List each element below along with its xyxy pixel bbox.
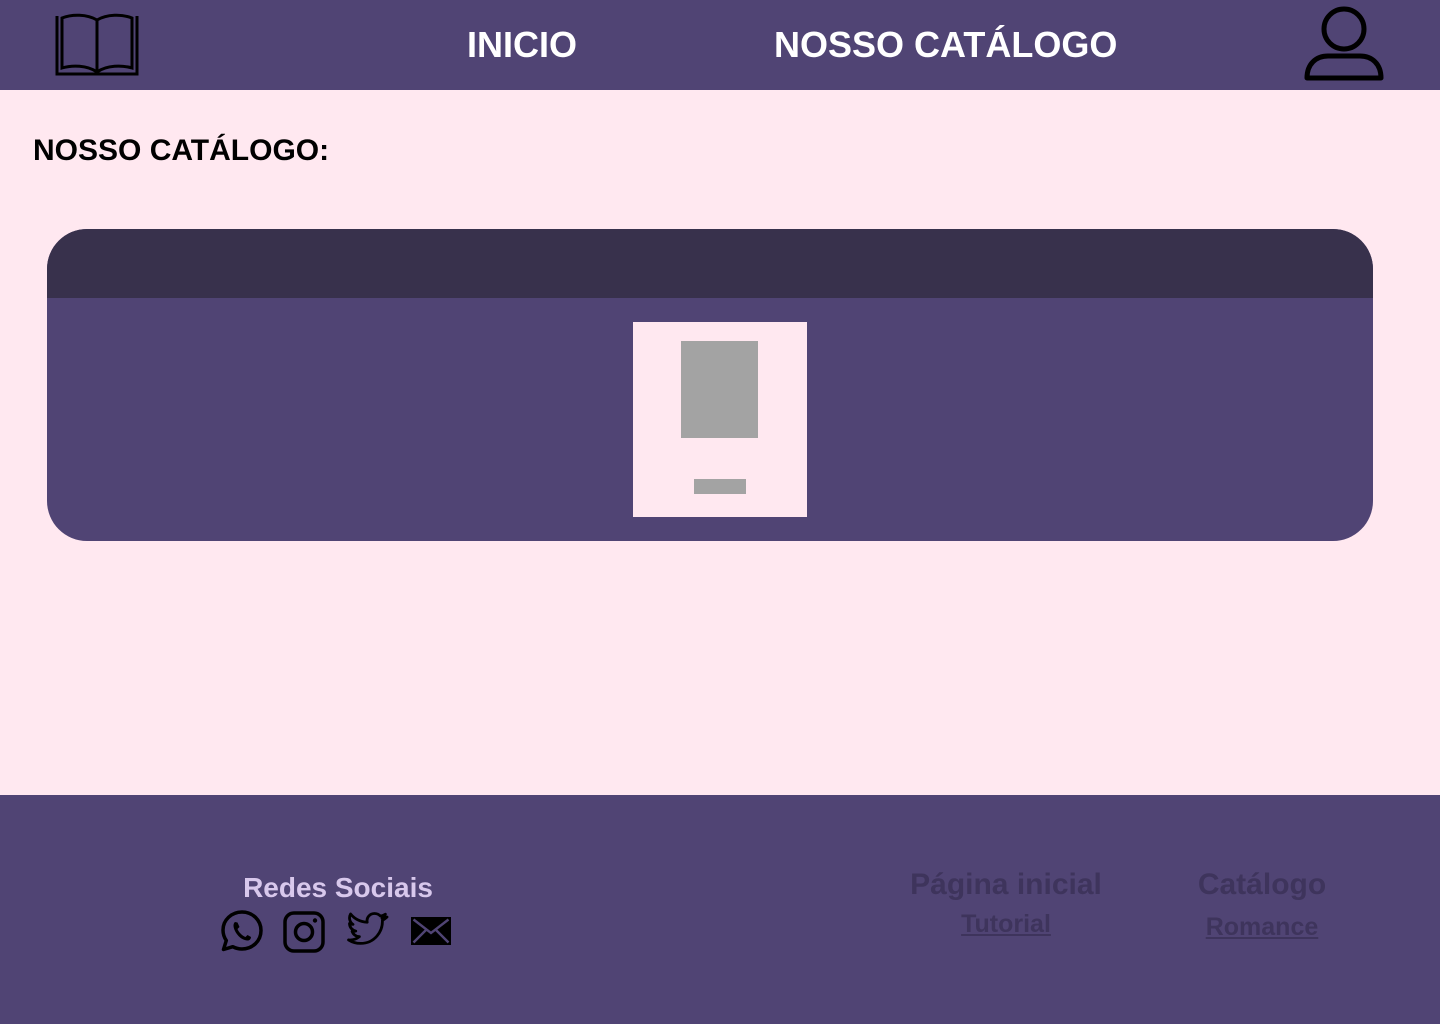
book-card[interactable]	[633, 322, 807, 517]
whatsapp-icon[interactable]	[220, 909, 264, 953]
book-cover-placeholder	[681, 341, 758, 438]
footer: Redes Sociais Página inicial Tutorial Ca…	[0, 795, 1440, 1024]
mail-icon[interactable]	[409, 909, 453, 953]
top-navbar: INICIO NOSSO CATÁLOGO	[0, 0, 1440, 90]
nav-home-link[interactable]: INICIO	[467, 24, 577, 66]
catalog-carousel	[47, 229, 1373, 541]
footer-home-heading[interactable]: Página inicial	[896, 867, 1116, 903]
page-title: NOSSO CATÁLOGO:	[33, 134, 330, 167]
open-book-icon[interactable]	[54, 12, 140, 78]
social-title: Redes Sociais	[243, 872, 433, 903]
nav-catalog-link[interactable]: NOSSO CATÁLOGO	[774, 24, 1117, 66]
twitter-icon[interactable]	[346, 909, 390, 953]
user-icon[interactable]	[1302, 4, 1386, 84]
footer-romance-link[interactable]: Romance	[1162, 912, 1362, 942]
carousel-header-bar	[47, 229, 1373, 298]
footer-tutorial-link[interactable]: Tutorial	[896, 909, 1116, 939]
instagram-icon[interactable]	[282, 909, 326, 953]
footer-catalog-heading[interactable]: Catálogo	[1162, 867, 1362, 903]
book-title-placeholder	[694, 479, 746, 494]
